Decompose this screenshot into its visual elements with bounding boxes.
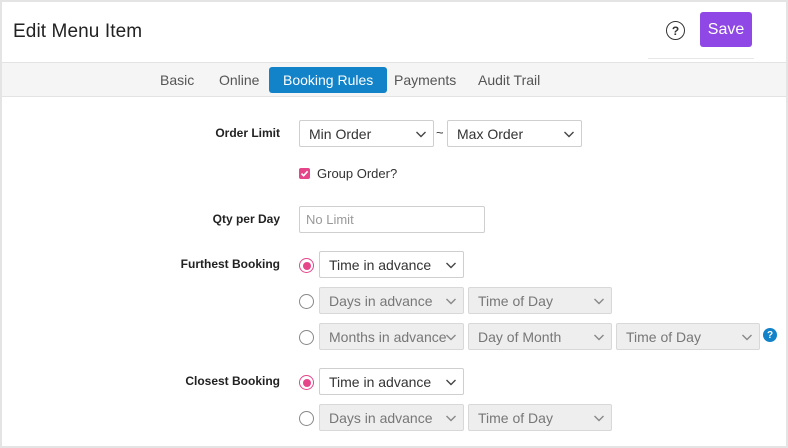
closest-time-of-day-select[interactable]: Time of Day [468,404,612,431]
help-icon[interactable]: ? [666,21,685,40]
furthest-months-in-advance-select[interactable]: Months in advance [319,323,464,350]
header: Edit Menu Item ? Save [2,2,786,62]
order-limit-label: Order Limit [215,126,280,140]
divider [648,58,754,59]
select-value: Time in advance [329,373,432,390]
furthest-time-in-advance-radio[interactable] [299,258,314,273]
tab-payments[interactable]: Payments [380,67,470,93]
select-value: Days in advance [329,292,433,309]
furthest-time-in-advance-select[interactable]: Time in advance [319,251,464,278]
group-order-label: Group Order? [317,166,398,181]
qty-per-day-input[interactable] [299,206,485,233]
max-order-select[interactable]: Max Order [447,120,582,147]
tab-basic[interactable]: Basic [146,67,208,93]
select-value: Time of Day [478,409,553,426]
furthest-month-time-of-day-select[interactable]: Time of Day [616,323,760,350]
checkmark-icon [300,170,309,177]
select-value: Months in advance [329,328,447,345]
furthest-months-in-advance-radio[interactable] [299,330,314,345]
min-order-value: Min Order [309,125,372,142]
chevron-down-icon [594,334,604,341]
chevron-down-icon [416,131,426,138]
chevron-down-icon [594,415,604,422]
furthest-day-of-month-select[interactable]: Day of Month [468,323,612,350]
select-value: Time in advance [329,256,432,273]
edit-menu-item-dialog: Edit Menu Item ? Save Basic Online Booki… [0,0,788,448]
min-order-select[interactable]: Min Order [299,120,434,147]
tab-online[interactable]: Online [205,67,273,93]
chevron-down-icon [564,131,574,138]
closest-time-in-advance-select[interactable]: Time in advance [319,368,464,395]
chevron-down-icon [742,334,752,341]
chevron-down-icon [446,298,456,305]
closest-days-in-advance-radio[interactable] [299,411,314,426]
group-order-checkbox[interactable] [299,168,310,179]
tab-booking-rules[interactable]: Booking Rules [269,67,388,93]
closest-days-in-advance-select[interactable]: Days in advance [319,404,464,431]
max-order-value: Max Order [457,125,524,142]
furthest-time-of-day-select[interactable]: Time of Day [468,287,612,314]
select-value: Days in advance [329,409,433,426]
select-value: Time of Day [626,328,701,345]
chevron-down-icon [446,379,456,386]
chevron-down-icon [446,334,456,341]
range-separator: ~ [436,125,444,140]
help-info-icon[interactable]: ? [763,328,777,342]
tab-bar: Basic Online Booking Rules Payments Audi… [2,62,786,97]
closest-time-in-advance-radio[interactable] [299,375,314,390]
chevron-down-icon [594,298,604,305]
save-button[interactable]: Save [700,12,752,47]
furthest-days-in-advance-select[interactable]: Days in advance [319,287,464,314]
furthest-booking-label: Furthest Booking [180,257,280,271]
page-title: Edit Menu Item [13,21,143,42]
tab-audit-trail[interactable]: Audit Trail [464,67,554,93]
chevron-down-icon [446,262,456,269]
select-value: Time of Day [478,292,553,309]
qty-per-day-label: Qty per Day [212,212,280,226]
select-value: Day of Month [478,328,562,345]
furthest-days-in-advance-radio[interactable] [299,294,314,309]
closest-booking-label: Closest Booking [185,374,280,388]
chevron-down-icon [446,415,456,422]
